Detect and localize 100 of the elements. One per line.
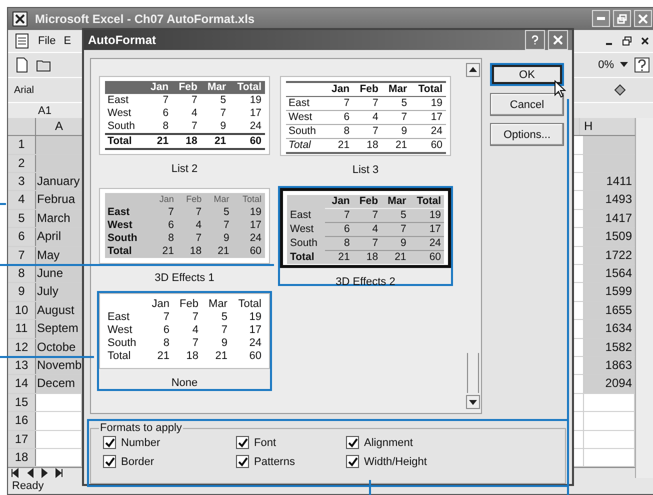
name-box[interactable]: A1 [38, 104, 52, 117]
table-cell: Total [104, 134, 144, 149]
close-icon [553, 35, 563, 45]
close-icon [638, 14, 648, 24]
format-label: None [170, 377, 199, 389]
checkbox[interactable] [103, 455, 116, 468]
table-cell: 6 [150, 219, 177, 232]
table-cell-text: 19 [248, 311, 262, 324]
table-cell: East [104, 94, 144, 107]
table-header: Mar [381, 195, 410, 208]
help-button[interactable] [525, 30, 545, 50]
table-cell-text: 21 [214, 350, 228, 363]
checkbox[interactable] [103, 436, 116, 449]
table-header: Jan [150, 193, 177, 206]
table-cell-text: Total [106, 350, 132, 363]
format-label: List 3 [351, 164, 380, 176]
restore-icon[interactable] [622, 36, 632, 46]
menu-item[interactable]: File [38, 34, 56, 47]
row-header[interactable]: 5 [8, 210, 36, 228]
row-header[interactable]: 2 [8, 154, 36, 172]
row-header[interactable]: 8 [8, 265, 36, 282]
dropdown-icon[interactable] [620, 62, 628, 68]
table-cell: 7 [352, 124, 382, 138]
table-cell: 60 [232, 245, 264, 258]
row-header[interactable]: 16 [8, 412, 36, 430]
fill-color-icon[interactable] [612, 82, 628, 98]
table-cell-text: South [106, 337, 138, 350]
table-cell-text: 4 [190, 107, 198, 120]
zoom-box[interactable]: 0% [598, 58, 614, 71]
format-option[interactable]: Jan Feb Mar Total East 7 7 5 19 West 6 4 7 17 South 8 7 9 24 Total 21 18 21 60 3D Effects 1 [97, 186, 272, 286]
format-option[interactable]: Jan Feb Mar Total East 7 7 5 19 West 6 4 7 17 South 8 7 9 24 Total 21 18 21 60 List 3 [278, 74, 453, 174]
table-cell: 21 [324, 138, 353, 153]
table-header: Mar [208, 298, 228, 311]
scroll-down-icon[interactable] [466, 395, 480, 409]
table-cell: 9 [381, 124, 410, 138]
table-cell: 9 [200, 120, 230, 134]
row-header[interactable]: 14 [8, 375, 36, 393]
row-header[interactable]: 11 [8, 320, 36, 338]
table-cell: April [36, 228, 82, 246]
row-header[interactable]: 9 [8, 283, 36, 301]
table-cell: 9 [381, 236, 410, 250]
row-header[interactable]: 10 [8, 302, 36, 320]
font-field[interactable]: Arial [14, 84, 34, 96]
format-option[interactable]: Jan Feb Mar Total East 7 7 5 19 West 6 4 7 17 South 8 7 9 24 Total 21 18 21 60 List 2 [97, 74, 272, 174]
table-cell: January [36, 173, 82, 190]
table-cell: 7 [325, 208, 353, 222]
checkbox[interactable] [346, 436, 359, 449]
table-header: Total [409, 195, 444, 208]
minimize-button[interactable] [592, 10, 610, 28]
row-header[interactable]: 6 [8, 228, 36, 246]
checkbox[interactable] [346, 455, 359, 468]
row-header[interactable]: 1 [8, 136, 36, 154]
row-header[interactable]: 3 [8, 173, 36, 190]
row-header[interactable]: 17 [8, 430, 36, 448]
table-cell: Octobe [36, 338, 82, 356]
table-cell: 60 [410, 138, 446, 153]
scroll-thumb[interactable] [467, 353, 479, 393]
close-icon[interactable] [640, 36, 650, 46]
table-cell-text: West [106, 107, 132, 120]
table-header: Mar [200, 81, 230, 94]
row-header[interactable]: 15 [8, 394, 36, 412]
close-button[interactable] [548, 30, 568, 50]
table-cell-text: 17 [248, 324, 262, 337]
table-cell: 1564 [583, 265, 635, 282]
table-cell: 4 [176, 219, 205, 232]
table-cell: 60 [229, 134, 264, 149]
table-cell: 1863 [583, 356, 635, 374]
help-icon[interactable] [634, 56, 650, 73]
new-file-icon[interactable] [14, 56, 30, 73]
table-cell: 1411 [583, 173, 635, 190]
menu-item[interactable]: E [64, 34, 72, 47]
table-cell: Total [104, 245, 151, 258]
table-cell: 5 [381, 208, 410, 222]
vertical-scrollbar[interactable] [635, 118, 653, 478]
table-header: Feb [352, 195, 382, 208]
table-cell: 2094 [583, 375, 635, 393]
row-header[interactable]: 12 [8, 338, 36, 356]
table-cell: 7 [381, 110, 410, 124]
row-header[interactable]: 7 [8, 246, 36, 264]
checkbox[interactable] [236, 455, 249, 468]
table-cell: July [36, 283, 82, 301]
table-cell: 21 [325, 250, 353, 264]
table-cell: 7 [150, 206, 177, 219]
restore-button[interactable] [613, 10, 631, 28]
dialog-button[interactable]: OK [490, 63, 564, 86]
table-cell-text: 7 [191, 337, 200, 350]
table-cell: 9 [204, 232, 232, 245]
checkbox-label: Alignment [364, 436, 413, 448]
table-cell: 19 [229, 94, 264, 107]
dialog-button[interactable]: Cancel [490, 93, 564, 116]
close-button[interactable] [634, 10, 652, 28]
table-cell: 19 [410, 96, 446, 110]
scroll-up-icon[interactable] [466, 63, 480, 77]
row-header[interactable]: 4 [8, 191, 36, 209]
format-option[interactable]: Jan Feb Mar Total East 7 7 5 19 West 6 4 7 17 South 8 7 9 24 Total 21 18 21 60 None [97, 291, 272, 391]
table-cell: 17 [410, 110, 446, 124]
dialog-button[interactable]: Options... [490, 123, 564, 146]
row-header[interactable]: 18 [8, 448, 36, 466]
checkbox[interactable] [236, 436, 249, 449]
table-cell-text: 24 [248, 337, 262, 350]
